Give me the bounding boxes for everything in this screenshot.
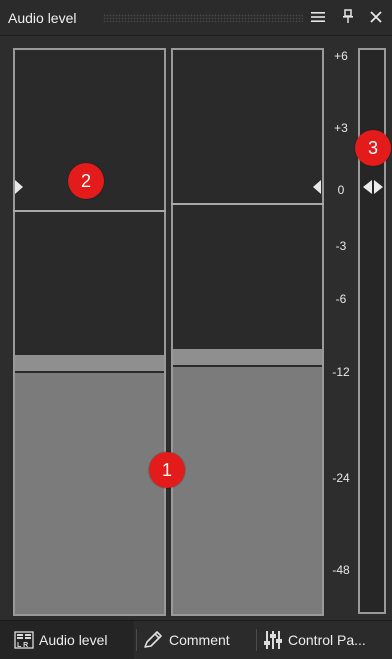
right-channel-peak-band (173, 349, 322, 365)
left-channel-reference-line (13, 210, 166, 212)
panel-titlebar: Audio level (0, 0, 392, 36)
left-channel-marker-icon[interactable] (15, 180, 23, 194)
scale-label-plus3: +3 (334, 121, 348, 135)
right-channel-level-fill (173, 367, 322, 614)
tab-control-panel[interactable]: Control Pa... (263, 621, 366, 659)
close-icon[interactable] (366, 8, 386, 28)
right-channel-meter (171, 48, 324, 616)
tab-separator (256, 629, 257, 651)
scale-label-minus24: -24 (332, 471, 350, 485)
scale-label-minus3: -3 (335, 239, 347, 253)
control-panel-icon (263, 630, 283, 650)
double-arrow-icon[interactable] (360, 180, 386, 194)
tab-comment[interactable]: Comment (142, 621, 230, 659)
scale-label-minus6: -6 (335, 292, 347, 306)
panel-title: Audio level (8, 10, 77, 26)
menu-icon[interactable] (308, 8, 328, 28)
scale-label-minus48: -48 (332, 563, 350, 577)
titlebar-grip[interactable] (103, 14, 303, 22)
left-channel-level-fill (15, 373, 164, 614)
scale-label-minus12: -12 (332, 365, 350, 379)
callout-badge-3: 3 (355, 130, 391, 166)
pen-icon (142, 630, 164, 650)
tab-label: Audio level (39, 632, 108, 648)
left-channel-peak-band (15, 355, 164, 371)
callout-badge-1: 1 (149, 452, 185, 488)
tab-label: Control Pa... (288, 632, 366, 648)
audio-level-icon: L R (14, 630, 34, 650)
tab-audio-level[interactable]: L R Audio level (0, 621, 134, 659)
tab-label: Comment (169, 632, 230, 648)
right-channel-marker-icon[interactable] (313, 180, 321, 194)
scale-label-plus6: +6 (334, 49, 348, 63)
pin-icon[interactable] (338, 8, 358, 28)
scale-label-0: 0 (337, 183, 345, 197)
callout-badge-2: 2 (68, 163, 104, 199)
panel-tab-bar: L R Audio level Comment Control Pa... (0, 620, 392, 659)
svg-text:L R: L R (17, 642, 28, 649)
right-channel-reference-line (171, 203, 324, 205)
left-channel-meter (13, 48, 166, 616)
tab-separator (136, 629, 137, 651)
